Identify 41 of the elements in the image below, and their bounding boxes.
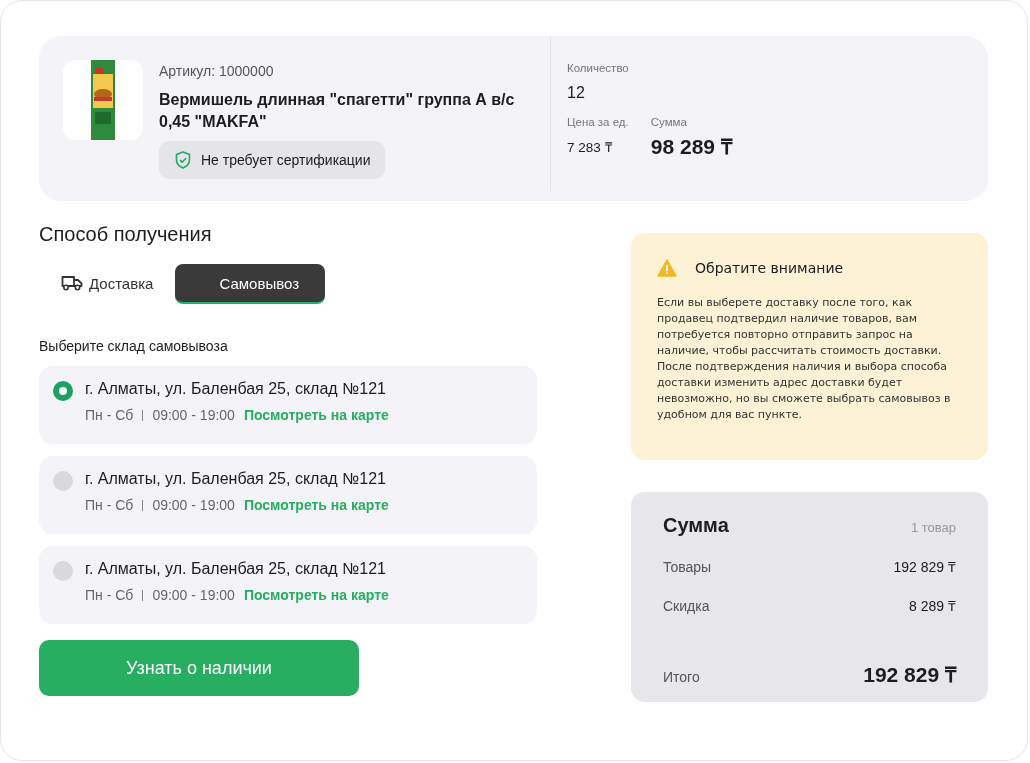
work-days: Пн - Сб [85,407,134,423]
item-count: 1 товар [910,520,956,535]
work-hours: 09:00 - 19:00 [152,497,235,513]
warehouse-address: г. Алматы, ул. Баленбая 25, склад №121 [85,470,387,488]
work-hours: 09:00 - 19:00 [152,587,235,603]
badge-text: Не требует сертификации [201,152,371,168]
notice-title: Обратите внимание [695,260,844,276]
notice-text: Если вы выберете доставку после того, как продавец подтвердил наличие товаров, вам потребуется повторно отправить запрос на наличие, чтобы рассчитать стоимость доставки. После подтверждения наличия и выбора способа доставки изменить адрес доставки будет невозможно, но вы сможете выбрать самовывоз в удобном для вас пункте. [657,295,952,423]
summary-label: Товары [663,559,712,575]
summary-title: Сумма [663,514,729,537]
total-value: 192 829 ₸ [863,662,956,688]
radio-button[interactable] [53,561,73,581]
sum-label: Сумма [650,116,687,128]
warehouse-option[interactable]: г. Алматы, ул. Баленбая 25, склад №121 Пн - Сб 09:00 - 19:00 Посмотреть на карте [39,366,537,444]
unit-price: 7 283 ₸ [567,139,612,156]
section-title: Способ получения [39,223,212,246]
radio-button[interactable] [53,471,73,491]
warehouse-address: г. Алматы, ул. Баленбая 25, склад №121 [85,380,387,398]
product-name: Вермишель длинная "спагетти" группа А в/с 0,45 "MAKFA" [159,90,516,132]
warehouse-option[interactable]: г. Алматы, ул. Баленбая 25, склад №121 Пн - Сб 09:00 - 19:00 Посмотреть на карте [39,546,537,624]
warning-icon [657,259,677,277]
summary-value: 192 829 ₸ [893,558,956,576]
shield-check-icon [175,151,191,169]
quantity-value: 12 [567,84,585,102]
article-number: Артикул: 1000000 [159,63,274,79]
summary-value: 8 289 ₸ [909,597,956,615]
warehouse-option[interactable]: г. Алматы, ул. Баленбая 25, склад №121 Пн - Сб 09:00 - 19:00 Посмотреть на карте [39,456,537,534]
delivery-tab[interactable]: Самовывоз [175,264,326,304]
truck-icon [61,275,83,291]
work-hours: 09:00 - 19:00 [152,407,235,423]
sum-value: 98 289 ₸ [650,134,732,160]
warehouse-address: г. Алматы, ул. Баленбая 25, склад №121 [85,560,387,578]
quantity-label: Количество [567,62,629,74]
summary-label: Скидка [663,598,710,614]
warehouse-label: Выберите склад самовывоза [39,338,228,354]
work-days: Пн - Сб [85,497,134,513]
delivery-tab[interactable]: Доставка [39,264,166,304]
total-label: Итого [663,669,700,685]
work-days: Пн - Сб [85,587,134,603]
radio-button[interactable] [53,381,73,401]
unit-price-label: Цена за ед. [567,116,629,128]
